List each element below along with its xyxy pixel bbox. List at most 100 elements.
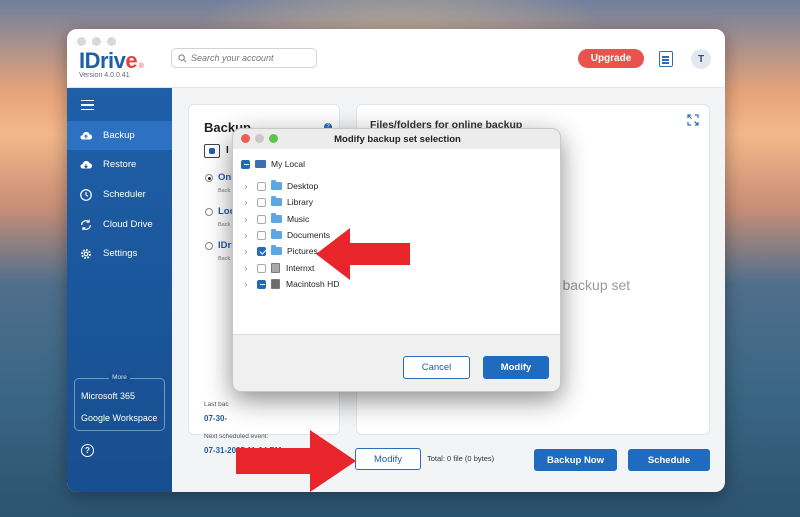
more-label: More bbox=[109, 374, 130, 381]
maximize-window-button[interactable] bbox=[107, 37, 116, 46]
schedule-button[interactable]: Schedule bbox=[628, 449, 710, 471]
clock-icon bbox=[80, 188, 92, 201]
tree-item-pictures[interactable]: › Pictures bbox=[241, 243, 318, 259]
sidebar-item-settings[interactable]: Settings bbox=[67, 239, 172, 268]
local-backup-radio[interactable] bbox=[205, 208, 213, 216]
search-input[interactable] bbox=[191, 53, 311, 63]
modify-backup-set-dialog: Modify backup set selection My Local › D… bbox=[232, 128, 561, 392]
tree-item-label: Library bbox=[287, 197, 313, 207]
search-icon bbox=[178, 53, 187, 62]
sidebar: Backup Restore Scheduler Cloud Drive Set… bbox=[67, 88, 172, 492]
dialog-titlebar: Modify backup set selection bbox=[233, 129, 560, 149]
chevron-right-icon[interactable]: › bbox=[241, 182, 251, 191]
last-backup-label: Last bac bbox=[204, 401, 229, 408]
tree-root-my-local[interactable]: My Local bbox=[241, 156, 305, 172]
sidebar-item-label: Restore bbox=[103, 159, 137, 170]
chevron-right-icon[interactable]: › bbox=[241, 215, 251, 224]
sidebar-item-label: Settings bbox=[103, 248, 138, 259]
hard-drive-icon bbox=[271, 279, 280, 289]
chevron-right-icon[interactable]: › bbox=[241, 264, 251, 273]
chevron-right-icon[interactable]: › bbox=[241, 231, 251, 240]
cloud-download-icon bbox=[80, 160, 93, 168]
modify-button[interactable]: Modify bbox=[483, 356, 549, 379]
dialog-footer: Cancel Modify bbox=[233, 334, 560, 391]
cancel-button[interactable]: Cancel bbox=[403, 356, 470, 379]
total-size-label: Total: 0 file (0 bytes) bbox=[427, 454, 495, 463]
tree-item-label: Pictures bbox=[287, 246, 318, 256]
more-section: More Microsoft 365 Google Workspace bbox=[74, 374, 165, 431]
next-event-value: 07-31-2025 11:04 PM bbox=[204, 446, 282, 455]
dialog-title: Modify backup set selection bbox=[334, 134, 461, 145]
sidebar-item-label: Cloud Drive bbox=[103, 219, 153, 230]
tree-checkbox[interactable] bbox=[241, 159, 250, 169]
idrive-logo: IDriv e ® bbox=[79, 48, 144, 74]
sidebar-item-backup[interactable]: Backup bbox=[67, 121, 172, 150]
online-backup-radio[interactable] bbox=[205, 174, 213, 182]
tree-item-music[interactable]: › Music bbox=[241, 211, 309, 227]
more-item-google-workspace[interactable]: Google Workspace bbox=[81, 413, 157, 423]
logo-text: IDriv bbox=[79, 48, 126, 73]
logo-registered-mark: ® bbox=[138, 63, 144, 70]
tree-item-label: Documents bbox=[287, 230, 330, 240]
more-item-microsoft-365[interactable]: Microsoft 365 bbox=[81, 391, 135, 401]
folder-tree: My Local › Desktop › Library › Music › D… bbox=[233, 149, 560, 334]
chevron-right-icon[interactable]: › bbox=[241, 198, 251, 207]
avatar[interactable]: T bbox=[691, 49, 711, 69]
tree-item-label: My Local bbox=[271, 159, 306, 169]
chevron-right-icon[interactable]: › bbox=[241, 280, 251, 289]
gear-icon bbox=[81, 248, 91, 259]
computer-icon bbox=[255, 160, 266, 168]
folder-icon bbox=[271, 196, 282, 206]
sidebar-item-label: Backup bbox=[103, 130, 135, 141]
online-backup-sub: Back bbox=[218, 188, 231, 194]
tree-item-label: Macintosh HD bbox=[286, 279, 340, 289]
folder-icon bbox=[271, 213, 282, 223]
minimize-window-button[interactable] bbox=[92, 37, 101, 46]
sidebar-item-restore[interactable]: Restore bbox=[67, 150, 172, 179]
close-window-button[interactable] bbox=[77, 37, 86, 46]
tree-checkbox[interactable] bbox=[257, 181, 266, 191]
top-bar: IDriv e ® Version 4.0.0.41 Upgrade T bbox=[67, 29, 725, 88]
tree-checkbox[interactable] bbox=[257, 279, 266, 289]
chevron-right-icon[interactable]: › bbox=[241, 247, 251, 256]
sidebar-item-cloud-drive[interactable]: Cloud Drive bbox=[67, 210, 172, 239]
expand-icon[interactable] bbox=[687, 114, 699, 126]
window-controls bbox=[77, 37, 116, 46]
tree-item-internxt[interactable]: › Internxt bbox=[241, 260, 314, 276]
last-backup-value: 07-30- bbox=[204, 414, 228, 423]
backup-now-button[interactable]: Backup Now bbox=[534, 449, 617, 471]
tree-item-label: Desktop bbox=[287, 181, 319, 191]
tree-item-desktop[interactable]: › Desktop bbox=[241, 178, 318, 194]
cloud-upload-icon bbox=[80, 131, 93, 139]
folder-icon bbox=[271, 229, 282, 239]
help-icon[interactable]: ? bbox=[81, 444, 94, 457]
tree-checkbox[interactable] bbox=[257, 230, 266, 240]
tree-checkbox[interactable] bbox=[257, 263, 266, 273]
tree-item-label: Internxt bbox=[286, 263, 315, 273]
search-box[interactable] bbox=[171, 48, 317, 68]
logo-e: e bbox=[125, 48, 138, 73]
tree-item-documents[interactable]: › Documents bbox=[241, 227, 330, 243]
menu-toggle-icon[interactable] bbox=[81, 100, 94, 110]
sync-icon bbox=[81, 219, 91, 230]
sidebar-item-label: Scheduler bbox=[103, 189, 146, 200]
folder-icon bbox=[271, 180, 282, 190]
tree-checkbox[interactable] bbox=[257, 246, 266, 256]
activity-log-icon[interactable] bbox=[659, 51, 673, 67]
tree-checkbox[interactable] bbox=[257, 214, 266, 224]
next-event-label: Next scheduled event: bbox=[204, 433, 269, 440]
sidebar-item-scheduler[interactable]: Scheduler bbox=[67, 180, 172, 209]
device-name: I bbox=[226, 145, 229, 156]
version-label: Version 4.0.0.41 bbox=[79, 72, 130, 79]
tree-checkbox[interactable] bbox=[257, 197, 266, 207]
idrive-e-radio[interactable] bbox=[205, 242, 213, 250]
idrive-e-sub: Back bbox=[218, 256, 231, 262]
tree-item-macintosh-hd[interactable]: › Macintosh HD bbox=[241, 276, 339, 292]
local-backup-sub: Back bbox=[218, 222, 231, 228]
upgrade-button[interactable]: Upgrade bbox=[578, 49, 644, 68]
modify-backup-set-button[interactable]: Modify bbox=[355, 448, 421, 470]
folder-icon bbox=[271, 245, 282, 255]
tree-item-label: Music bbox=[287, 214, 310, 224]
tree-item-library[interactable]: › Library bbox=[241, 194, 313, 210]
drive-icon bbox=[271, 263, 280, 273]
